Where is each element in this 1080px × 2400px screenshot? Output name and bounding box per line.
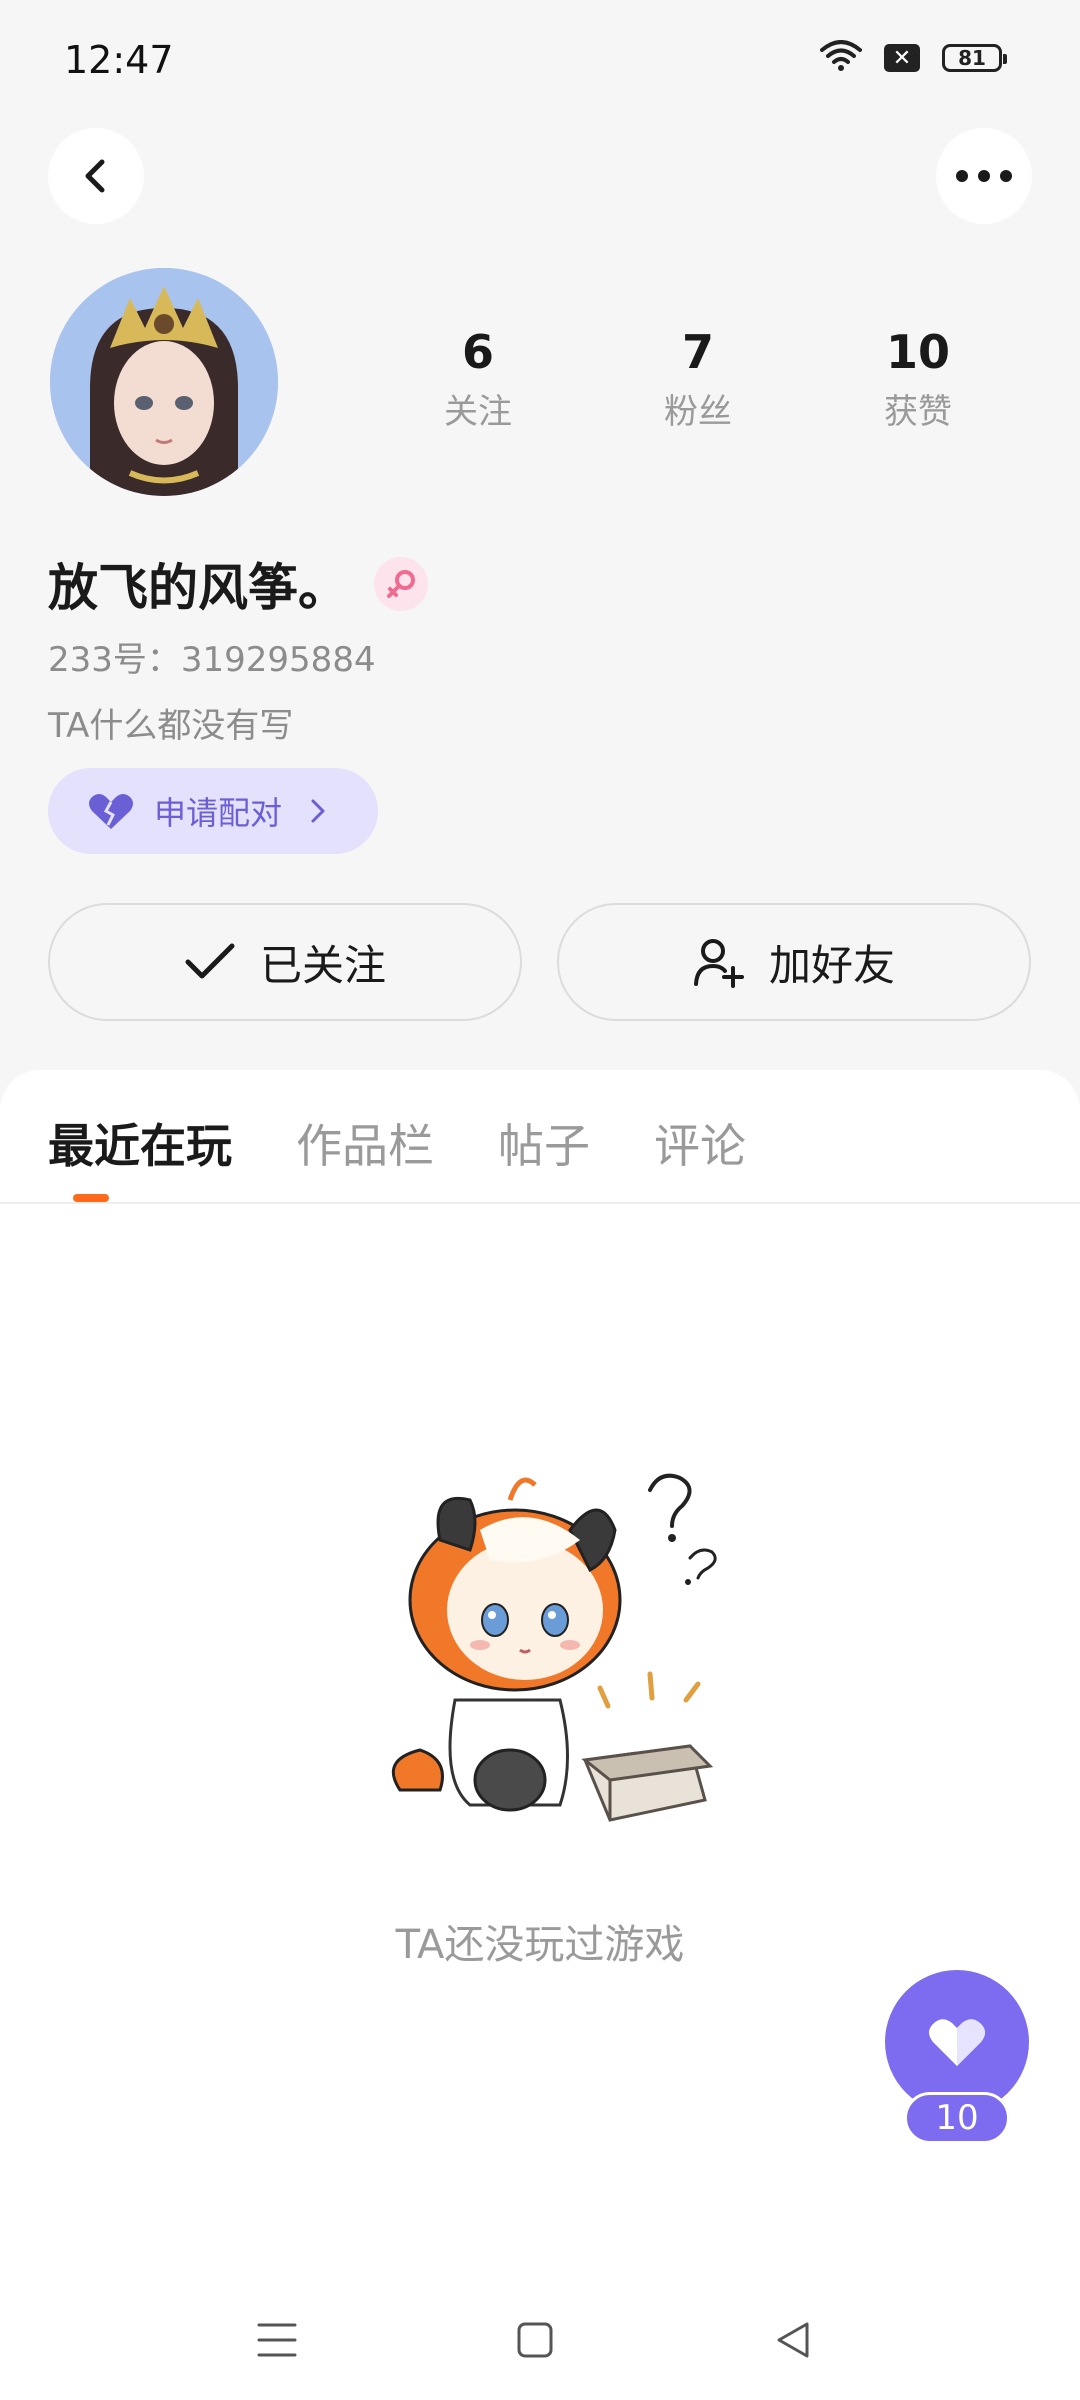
add-friend-button[interactable]: 加好友 [557, 903, 1031, 1021]
battery-level: 81 [958, 46, 986, 70]
wifi-icon [820, 40, 862, 76]
user-name: 放飞的风筝。 [48, 559, 348, 617]
more-dots-icon [956, 170, 1012, 182]
stat-likes-value: 10 [885, 325, 950, 379]
add-user-icon [693, 939, 744, 988]
stat-following-label: 关注 [444, 392, 512, 433]
stat-following-value: 6 [461, 325, 494, 379]
status-bar: 12:47 ✕ 81 [0, 0, 1080, 120]
empty-state-illustration [360, 1460, 760, 1860]
back-button[interactable] [48, 128, 144, 224]
following-label: 已关注 [259, 940, 386, 990]
chevron-left-icon [85, 159, 105, 193]
profile-tabs: 最近在玩 作品栏 帖子 评论 [48, 1110, 746, 1176]
tab-recent-play[interactable]: 最近在玩 [48, 1110, 232, 1176]
user-bio: TA什么都没有写 [48, 706, 294, 746]
battery-icon: 81 [942, 44, 1007, 72]
triangle-back-icon [777, 2322, 809, 2358]
sim-off-icon: ✕ [884, 44, 920, 72]
content-panel: 最近在玩 作品栏 帖子 评论 TA还没玩过游戏 [0, 1070, 1080, 2400]
stat-fans-value: 7 [681, 325, 714, 379]
chevron-right-icon [311, 799, 325, 823]
stat-following[interactable]: 6 关注 [368, 325, 588, 433]
tab-comments[interactable]: 评论 [654, 1110, 746, 1176]
square-home-icon [517, 2322, 553, 2358]
name-row: 放飞的风筝。 [48, 548, 428, 620]
status-time: 12:47 [64, 38, 174, 82]
add-friend-label: 加好友 [768, 940, 895, 990]
nav-menu-button[interactable] [247, 2310, 307, 2370]
nav-back-button[interactable] [763, 2310, 823, 2370]
tab-active-indicator [73, 1194, 109, 1202]
tab-posts[interactable]: 帖子 [498, 1110, 590, 1176]
profile-stats: 6 关注 7 粉丝 10 获赞 [368, 325, 1028, 433]
tab-works[interactable]: 作品栏 [296, 1110, 434, 1176]
empty-state-text: TA还没玩过游戏 [395, 1922, 685, 1968]
heart-pair-icon [89, 794, 133, 829]
menu-icon [257, 2323, 297, 2357]
stat-likes[interactable]: 10 获赞 [808, 325, 1028, 433]
check-icon [185, 943, 235, 979]
stat-fans-label: 粉丝 [664, 392, 732, 433]
like-count-badge: 10 [904, 2092, 1010, 2144]
stat-likes-label: 获赞 [884, 392, 952, 433]
nav-home-button[interactable] [505, 2310, 565, 2370]
system-nav-bar [0, 2290, 1080, 2380]
following-button[interactable]: 已关注 [48, 903, 522, 1021]
stat-fans[interactable]: 7 粉丝 [588, 325, 808, 433]
tabs-divider [0, 1202, 1080, 1204]
user-id: 233号：319295884 [48, 640, 376, 680]
status-icons: ✕ 81 [820, 40, 1007, 76]
female-icon [374, 557, 428, 611]
heart-icon [929, 2019, 985, 2066]
request-pair-label: 申请配对 [154, 794, 283, 832]
request-pair-button[interactable]: 申请配对 [48, 768, 378, 854]
profile-screen: 12:47 ✕ 81 6 关注 7 粉丝 10 获赞 放飞的风筝。 233号：3… [0, 0, 1080, 2400]
more-button[interactable] [936, 128, 1032, 224]
avatar[interactable] [50, 268, 278, 496]
